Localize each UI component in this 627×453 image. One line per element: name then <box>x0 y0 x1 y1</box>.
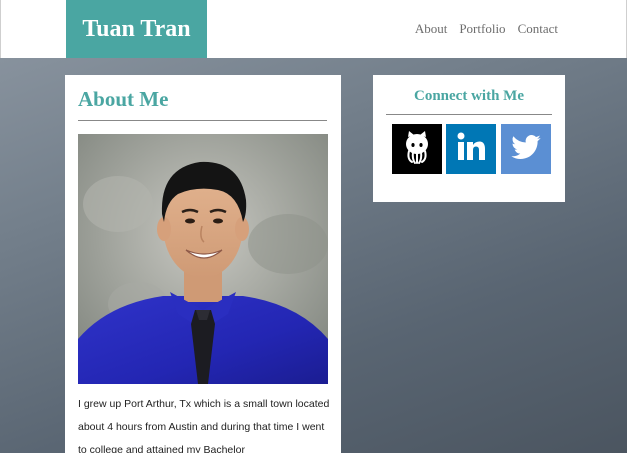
nav-link-about[interactable]: About <box>415 21 448 37</box>
site-header: Tuan Tran About Portfolio Contact <box>0 0 627 58</box>
profile-photo <box>78 134 328 384</box>
main-nav: About Portfolio Contact <box>415 0 558 58</box>
connect-card: Connect with Me <box>373 75 565 202</box>
about-card: About Me I grew up Port Arthur, Tx which… <box>65 75 341 453</box>
about-divider <box>78 120 327 121</box>
github-link[interactable] <box>392 124 442 174</box>
connect-divider <box>386 114 552 115</box>
about-text: I grew up Port Arthur, Tx which is a sma… <box>78 398 330 453</box>
twitter-icon <box>510 131 542 168</box>
nav-link-portfolio[interactable]: Portfolio <box>459 21 505 37</box>
connect-title: Connect with Me <box>414 88 524 104</box>
linkedin-link[interactable] <box>446 124 496 174</box>
about-title: About Me <box>78 87 169 111</box>
twitter-link[interactable] <box>501 124 551 174</box>
brand-logo[interactable]: Tuan Tran <box>66 0 207 58</box>
linkedin-icon <box>453 129 489 170</box>
github-icon <box>399 129 435 170</box>
nav-link-contact[interactable]: Contact <box>518 21 558 37</box>
